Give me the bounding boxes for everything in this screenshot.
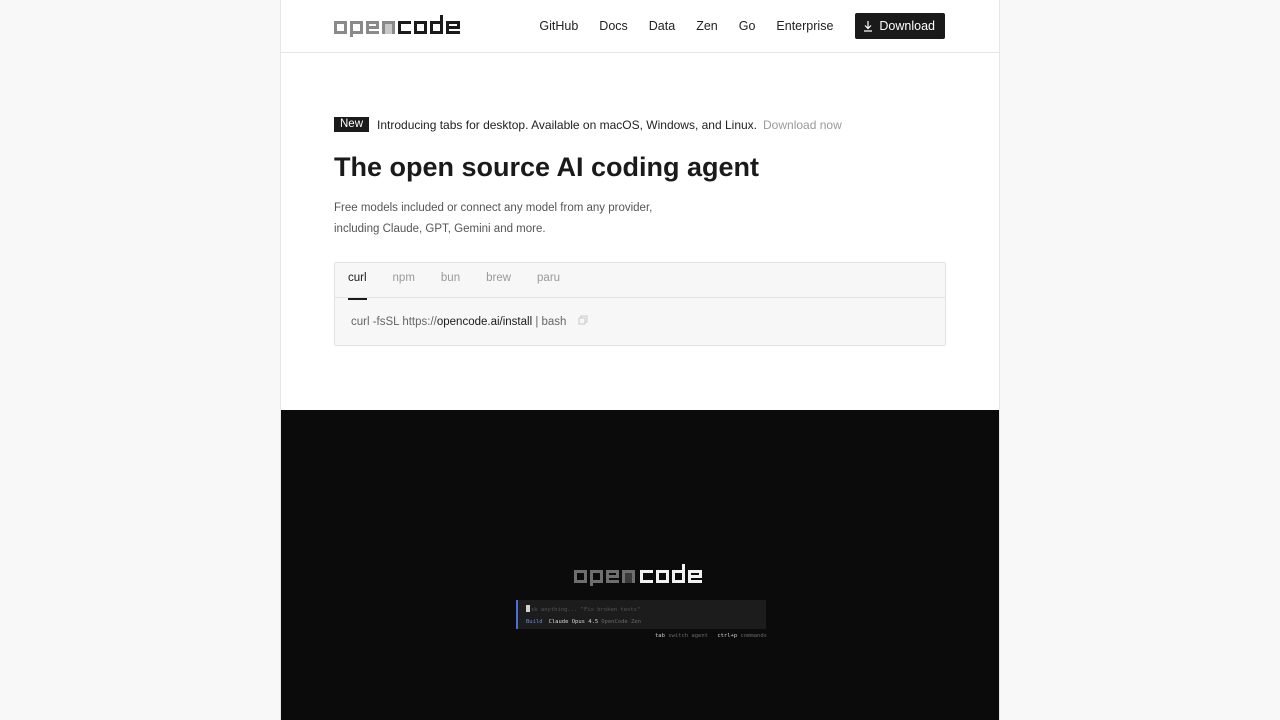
text-cursor xyxy=(526,605,530,612)
nav-enterprise[interactable]: Enterprise xyxy=(776,19,833,33)
announcement-text: Introducing tabs for desktop. Available … xyxy=(377,117,758,132)
download-icon xyxy=(864,20,873,32)
new-badge: New xyxy=(334,117,370,132)
opencode-logo[interactable] xyxy=(334,15,461,37)
prompt-placeholder: sk anything... "Fix broken tests" xyxy=(531,607,641,613)
hint-tab-desc: switch agent xyxy=(668,633,708,639)
main-nav: GitHub Docs Data Zen Go Enterprise Downl… xyxy=(539,13,945,39)
command-suffix: | bash xyxy=(532,315,567,328)
hint-ctrlp-desc: commands xyxy=(740,633,768,639)
agent-mode: Build xyxy=(526,619,543,625)
terminal-opencode-logo xyxy=(574,564,702,586)
nav-data[interactable]: Data xyxy=(649,19,675,33)
install-box: curl npm bun brew paru curl -fsSL https:… xyxy=(334,262,946,346)
nav-zen[interactable]: Zen xyxy=(696,19,718,33)
hero-subtitle-line-1: Free models included or connect any mode… xyxy=(334,202,653,214)
model-name: Claude Opus 4.5 xyxy=(548,619,599,625)
hero-title: The open source AI coding agent xyxy=(334,152,760,182)
command-prefix: curl -fsSL https:// xyxy=(351,315,437,328)
tab-brew[interactable]: brew xyxy=(486,263,511,297)
nav-go[interactable]: Go xyxy=(739,19,756,33)
page-container: GitHub Docs Data Zen Go Enterprise Downl… xyxy=(280,0,1000,720)
tab-bun[interactable]: bun xyxy=(441,263,460,297)
download-button-label: Download xyxy=(879,19,935,33)
site-header: GitHub Docs Data Zen Go Enterprise Downl… xyxy=(281,0,999,53)
keyboard-hints: tab switch agent ctrl+p commands xyxy=(655,633,773,639)
tab-paru[interactable]: paru xyxy=(537,263,560,297)
nav-github[interactable]: GitHub xyxy=(539,19,578,33)
command-host: opencode.ai/install xyxy=(436,315,533,328)
prompt-input[interactable]: sk anything... "Fix broken tests" xyxy=(526,605,640,613)
terminal-prompt-box[interactable]: sk anything... "Fix broken tests" Build C… xyxy=(516,600,766,629)
hero-subtitle: Free models included or connect any mode… xyxy=(334,198,694,240)
prompt-status: Build Claude Opus 4.5 OpenCode Zen xyxy=(526,619,641,625)
hint-tab-key: tab xyxy=(655,633,665,639)
copy-icon[interactable] xyxy=(578,315,588,328)
provider-name: OpenCode Zen xyxy=(601,619,641,625)
nav-docs[interactable]: Docs xyxy=(599,19,627,33)
install-tabs: curl npm bun brew paru xyxy=(335,263,945,300)
install-command[interactable]: curl -fsSL https://opencode.ai/install |… xyxy=(335,298,945,345)
tab-curl[interactable]: curl xyxy=(348,263,367,300)
announcement-bar: New Introducing tabs for desktop. Availa… xyxy=(334,117,842,132)
download-now-link[interactable]: Download now xyxy=(763,118,842,132)
hint-ctrlp-key: ctrl+p xyxy=(717,633,738,639)
terminal-preview: sk anything... "Fix broken tests" Build C… xyxy=(281,410,999,720)
hero-subtitle-line-2: including Claude, GPT, Gemini and more. xyxy=(334,223,546,235)
tab-npm[interactable]: npm xyxy=(393,263,415,297)
download-button[interactable]: Download xyxy=(855,13,945,39)
